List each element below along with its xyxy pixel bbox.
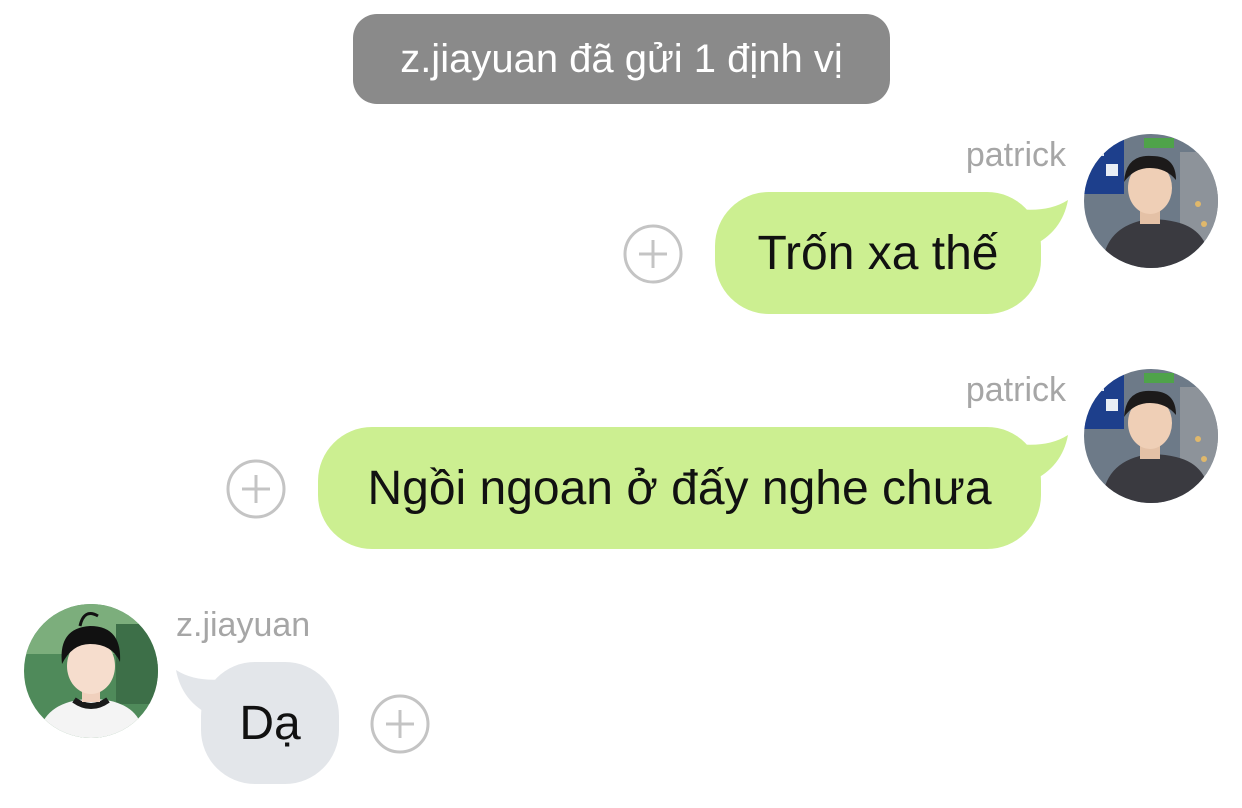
plus-circle-icon[interactable] bbox=[226, 459, 286, 519]
sender-name: z.jiayuan bbox=[176, 606, 311, 644]
sender-name: patrick bbox=[965, 136, 1066, 174]
plus-circle-icon[interactable] bbox=[623, 224, 683, 284]
patrick-avatar-icon[interactable] bbox=[1084, 134, 1218, 268]
message-bubble[interactable]: Ngồi ngoan ở đấy nghe chưa bbox=[318, 427, 1041, 549]
message-text: Trốn xa thế bbox=[757, 226, 999, 280]
message-bubble[interactable]: Dạ bbox=[201, 662, 339, 784]
patrick-avatar-icon[interactable] bbox=[1084, 369, 1218, 503]
sender-name: patrick bbox=[965, 371, 1066, 409]
plus-circle-icon[interactable] bbox=[370, 694, 430, 754]
message-text: Ngồi ngoan ở đấy nghe chưa bbox=[367, 461, 992, 515]
location-shared-notice: z.jiayuan đã gửi 1 định vị bbox=[353, 14, 890, 104]
system-notice-text: z.jiayuan đã gửi 1 định vị bbox=[400, 36, 843, 81]
message-text: Dạ bbox=[239, 696, 301, 750]
chat-screen: z.jiayuan đã gửi 1 định vị patrick Trốn … bbox=[0, 0, 1242, 808]
jiayuan-avatar-icon[interactable] bbox=[24, 604, 158, 738]
message-bubble[interactable]: Trốn xa thế bbox=[715, 192, 1041, 314]
